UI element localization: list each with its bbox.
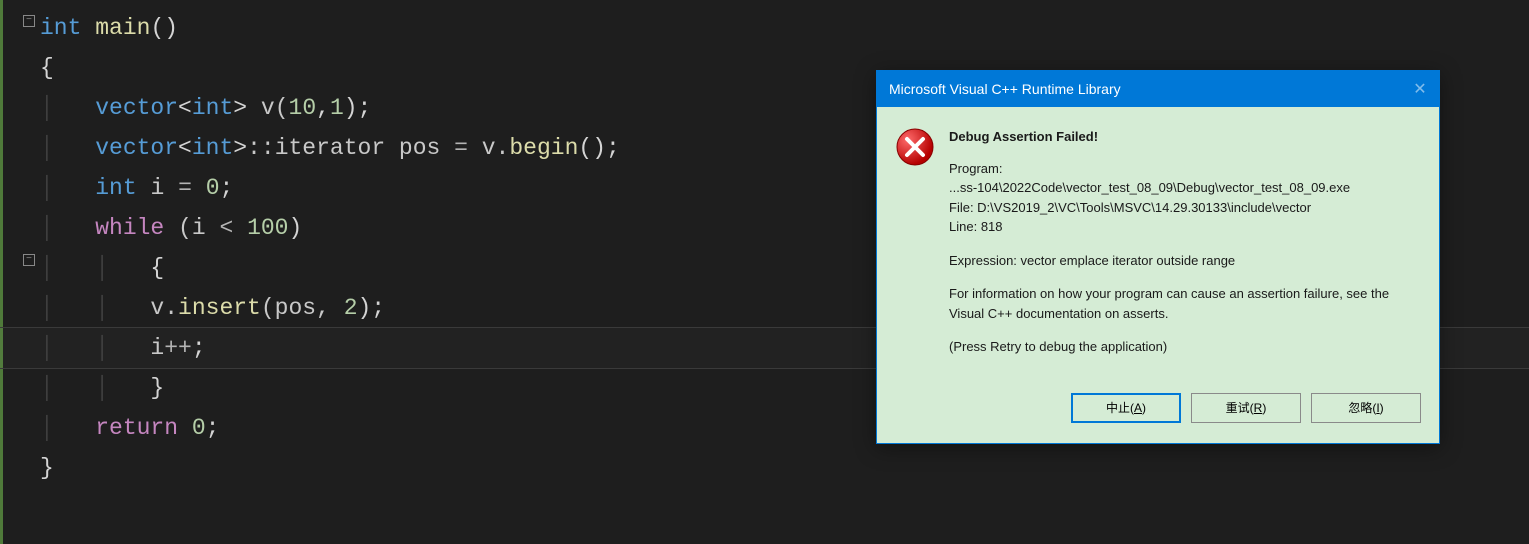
info-text: For information on how your program can … [949,284,1421,323]
dialog-titlebar[interactable]: Microsoft Visual C++ Runtime Library ✕ [877,71,1439,107]
ignore-button[interactable]: 忽略(I) [1311,393,1421,423]
function-name: main [95,15,150,41]
dialog-body: Debug Assertion Failed! Program: ...ss-1… [877,107,1439,381]
dialog-title: Microsoft Visual C++ Runtime Library [889,81,1401,97]
program-path: ...ss-104\2022Code\vector_test_08_09\Deb… [949,178,1421,198]
expression-label: Expression: [949,253,1021,268]
keyword: int [40,15,81,41]
error-icon [895,127,935,167]
code-line[interactable]: int main() [0,8,1529,48]
runtime-error-dialog: Microsoft Visual C++ Runtime Library ✕ D… [876,70,1440,444]
program-label: Program: [949,159,1421,179]
file-path: D:\VS2019_2\VC\Tools\MSVC\14.29.30133\in… [977,200,1311,215]
dialog-button-row: 中止(A) 重试(R) 忽略(I) [877,381,1439,443]
code-line[interactable]: } [0,448,1529,488]
close-icon[interactable]: ✕ [1401,71,1439,107]
retry-hint: (Press Retry to debug the application) [949,337,1421,357]
dialog-heading: Debug Assertion Failed! [949,127,1421,147]
line-label: Line: [949,219,981,234]
retry-button[interactable]: 重试(R) [1191,393,1301,423]
file-label: File: [949,200,977,215]
expression-text: vector emplace iterator outside range [1021,253,1236,268]
abort-button[interactable]: 中止(A) [1071,393,1181,423]
dialog-content: Debug Assertion Failed! Program: ...ss-1… [949,127,1421,371]
line-number: 818 [981,219,1003,234]
